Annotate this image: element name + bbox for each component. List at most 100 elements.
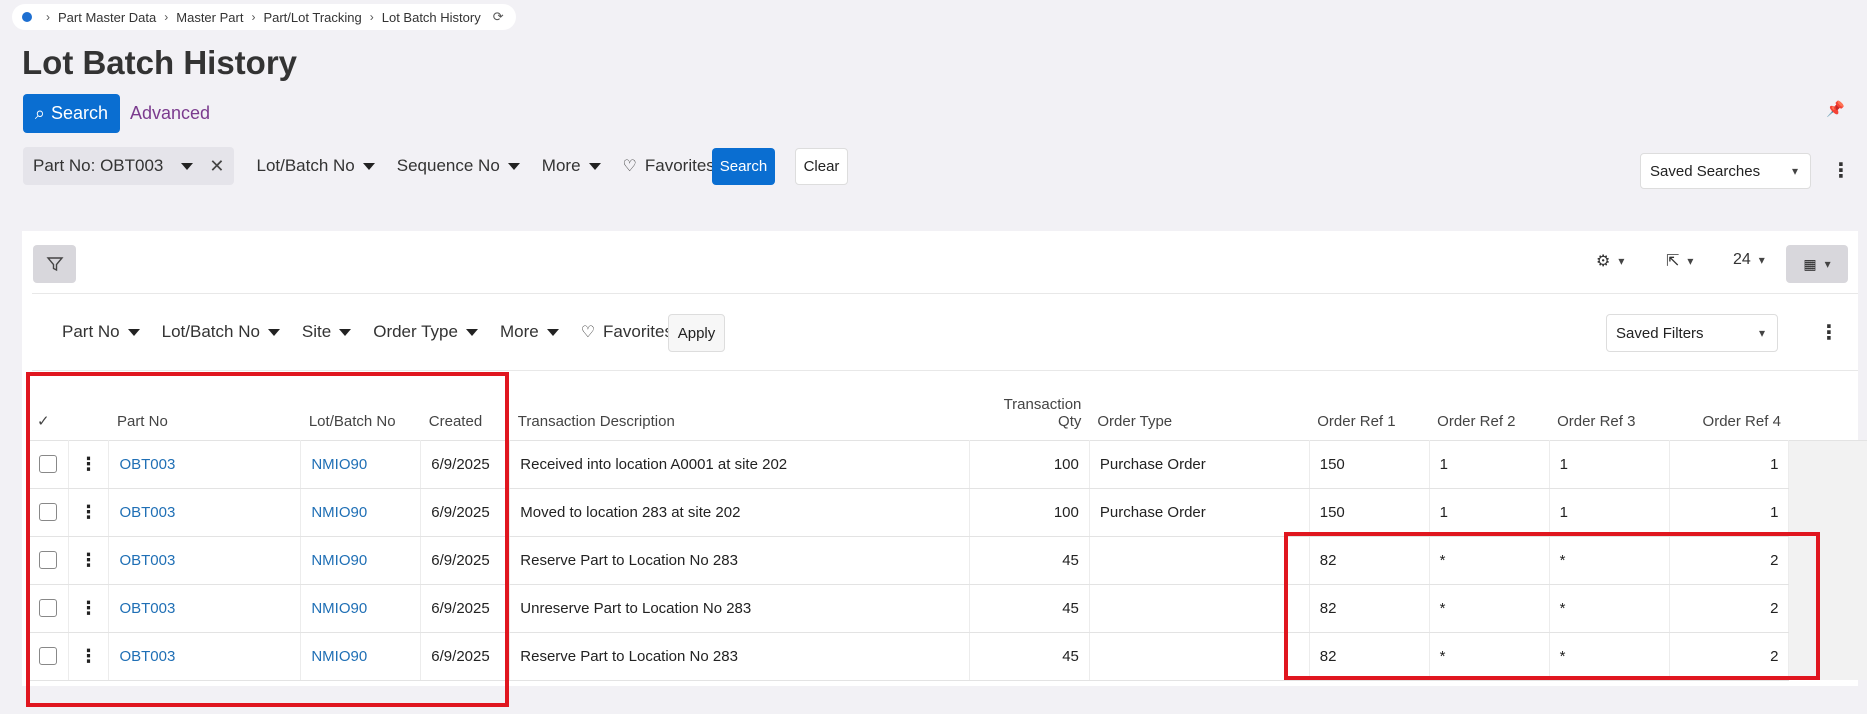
breadcrumb-item[interactable]: Part Master Data bbox=[58, 10, 156, 25]
column-header-created[interactable]: Created bbox=[421, 372, 510, 440]
search-button[interactable]: Search bbox=[712, 148, 775, 185]
row-actions-cell[interactable]: ⋮ bbox=[68, 488, 110, 537]
more-options-icon[interactable]: ⋮ bbox=[1831, 158, 1851, 183]
table-row[interactable]: ⋮ OBT003 NMIO90 6/9/2025 Moved to location 2… bbox=[29, 488, 1867, 537]
breadcrumb-item[interactable]: Part/Lot Tracking bbox=[263, 10, 361, 25]
row-menu-icon[interactable]: ⋮ bbox=[79, 550, 97, 570]
row-checkbox[interactable] bbox=[39, 455, 57, 474]
row-filler bbox=[1788, 584, 1867, 632]
part-no-cell[interactable]: OBT003 bbox=[108, 439, 302, 489]
lot-batch-cell[interactable]: NMIO90 bbox=[300, 536, 422, 585]
more-filter-label: More bbox=[499, 322, 539, 341]
close-icon[interactable]: ✕ bbox=[209, 156, 224, 177]
part-no-link[interactable]: OBT003 bbox=[119, 552, 175, 569]
clear-button[interactable]: Clear bbox=[795, 148, 848, 185]
table-row[interactable]: ⋮ OBT003 NMIO90 6/9/2025 Reserve Part to Loc… bbox=[29, 536, 1867, 585]
search-mode-button[interactable]: ⌕ Search bbox=[23, 94, 120, 133]
part-no-column-filter[interactable]: Part No bbox=[62, 322, 140, 342]
row-select-cell[interactable] bbox=[29, 439, 70, 489]
row-checkbox[interactable] bbox=[39, 647, 57, 666]
export-menu[interactable]: ⇱ ▾ bbox=[1666, 251, 1693, 271]
ref4-cell: 1 bbox=[1669, 488, 1790, 537]
select-all-header[interactable]: ✓ bbox=[29, 372, 69, 440]
row-actions-cell[interactable]: ⋮ bbox=[68, 632, 110, 681]
advanced-link[interactable]: Advanced bbox=[130, 103, 210, 124]
column-header-lot-batch[interactable]: Lot/Batch No bbox=[301, 372, 421, 440]
site-column-filter[interactable]: Site bbox=[302, 322, 352, 342]
row-select-cell[interactable] bbox=[29, 488, 70, 537]
more-filter[interactable]: More bbox=[542, 156, 601, 176]
row-checkbox[interactable] bbox=[39, 599, 57, 618]
table-row[interactable]: ⋮ OBT003 NMIO90 6/9/2025 Unreserve Part to L… bbox=[29, 584, 1867, 633]
row-checkbox[interactable] bbox=[39, 503, 57, 522]
row-actions-cell[interactable]: ⋮ bbox=[68, 439, 110, 489]
lot-batch-link[interactable]: NMIO90 bbox=[311, 456, 367, 473]
row-menu-icon[interactable]: ⋮ bbox=[79, 502, 97, 522]
filter-toggle-button[interactable] bbox=[33, 245, 76, 283]
lot-batch-link[interactable]: NMIO90 bbox=[311, 600, 367, 617]
more-options-icon[interactable]: ⋮ bbox=[1819, 320, 1839, 345]
lot-batch-link[interactable]: NMIO90 bbox=[311, 504, 367, 521]
column-header-ref3[interactable]: Order Ref 3 bbox=[1549, 372, 1669, 440]
row-menu-icon[interactable]: ⋮ bbox=[79, 598, 97, 618]
column-header-ref1[interactable]: Order Ref 1 bbox=[1309, 372, 1429, 440]
apply-button[interactable]: Apply bbox=[668, 314, 725, 352]
refresh-icon[interactable]: ⟳ bbox=[493, 9, 504, 25]
row-menu-icon[interactable]: ⋮ bbox=[79, 646, 97, 666]
page-size-select[interactable]: 24 ▾ bbox=[1733, 251, 1765, 269]
order-type-cell: Purchase Order bbox=[1089, 488, 1310, 537]
part-no-link[interactable]: OBT003 bbox=[119, 504, 175, 521]
row-actions-cell[interactable]: ⋮ bbox=[68, 536, 110, 585]
row-actions-cell[interactable]: ⋮ bbox=[68, 584, 110, 633]
sequence-filter[interactable]: Sequence No bbox=[397, 156, 520, 176]
more-column-filter[interactable]: More bbox=[500, 322, 559, 342]
ref3-cell: * bbox=[1549, 632, 1670, 681]
row-select-cell[interactable] bbox=[29, 632, 70, 681]
ref4-value: 2 bbox=[1770, 599, 1779, 617]
lot-batch-link[interactable]: NMIO90 bbox=[311, 648, 367, 665]
lot-batch-link[interactable]: NMIO90 bbox=[311, 552, 367, 569]
caret-down-icon[interactable] bbox=[181, 162, 194, 170]
saved-filters-select[interactable]: Saved Filters ▾ bbox=[1606, 314, 1778, 352]
part-no-filter-chip[interactable]: Part No: OBT003 ✕ bbox=[23, 147, 235, 185]
description-value: Unreserve Part to Location No 283 bbox=[520, 599, 752, 617]
part-no-cell[interactable]: OBT003 bbox=[108, 584, 302, 633]
qty-value: 100 bbox=[1053, 455, 1079, 473]
column-header-qty[interactable]: Transaction Qty bbox=[969, 372, 1089, 440]
part-no-cell[interactable]: OBT003 bbox=[108, 536, 302, 585]
column-header-description[interactable]: Transaction Description bbox=[510, 372, 970, 440]
part-no-cell[interactable]: OBT003 bbox=[108, 632, 302, 681]
breadcrumb-item[interactable]: Master Part bbox=[176, 10, 243, 25]
lot-batch-column-filter[interactable]: Lot/Batch No bbox=[162, 322, 280, 342]
lot-batch-filter[interactable]: Lot/Batch No bbox=[256, 156, 375, 176]
saved-searches-select[interactable]: Saved Searches ▾ bbox=[1640, 153, 1811, 189]
description-value: Received into location A0001 at site 202 bbox=[520, 455, 788, 473]
chevron-down-icon: ▾ bbox=[1758, 326, 1765, 340]
table-row[interactable]: ⋮ OBT003 NMIO90 6/9/2025 Reserve Part to Loc… bbox=[29, 632, 1867, 681]
order-type-column-filter[interactable]: Order Type bbox=[373, 322, 478, 342]
home-icon[interactable] bbox=[22, 12, 32, 22]
lot-batch-cell[interactable]: NMIO90 bbox=[300, 632, 422, 681]
favorites-filter[interactable]: ♡ Favorites bbox=[623, 156, 715, 176]
table-row[interactable]: ⋮ OBT003 NMIO90 6/9/2025 Received into locat… bbox=[29, 439, 1867, 489]
settings-menu[interactable]: ⚙ ▾ bbox=[1596, 251, 1624, 271]
row-menu-icon[interactable]: ⋮ bbox=[79, 454, 97, 474]
column-header-part-no[interactable]: Part No bbox=[109, 372, 301, 440]
column-header-ref2[interactable]: Order Ref 2 bbox=[1429, 372, 1549, 440]
lot-batch-cell[interactable]: NMIO90 bbox=[300, 584, 422, 633]
lot-batch-cell[interactable]: NMIO90 bbox=[300, 439, 422, 489]
part-no-link[interactable]: OBT003 bbox=[119, 648, 175, 665]
favorites-column-filter[interactable]: ♡ Favorites bbox=[581, 322, 673, 342]
row-select-cell[interactable] bbox=[29, 584, 70, 633]
view-mode-button[interactable]: ▦ ▾ bbox=[1786, 245, 1848, 283]
lot-batch-cell[interactable]: NMIO90 bbox=[300, 488, 422, 537]
row-select-cell[interactable] bbox=[29, 536, 70, 585]
part-no-link[interactable]: OBT003 bbox=[119, 600, 175, 617]
row-checkbox[interactable] bbox=[39, 551, 57, 570]
part-no-cell[interactable]: OBT003 bbox=[108, 488, 302, 537]
pin-icon[interactable]: 📌 bbox=[1826, 100, 1845, 118]
part-no-link[interactable]: OBT003 bbox=[119, 456, 175, 473]
column-header-ref4[interactable]: Order Ref 4 bbox=[1669, 372, 1789, 440]
part-no-filter-label: Part No bbox=[62, 322, 120, 341]
column-header-order-type[interactable]: Order Type bbox=[1089, 372, 1309, 440]
